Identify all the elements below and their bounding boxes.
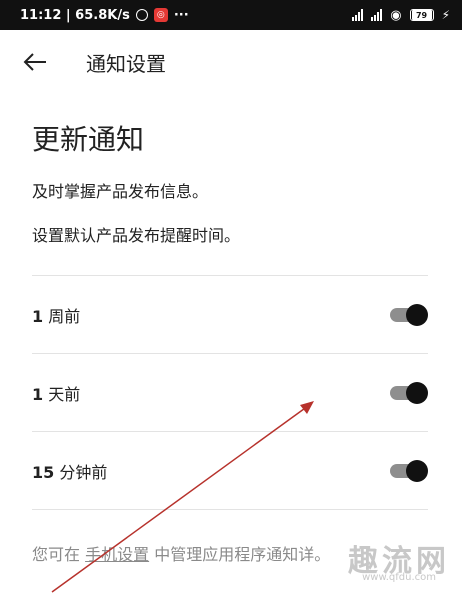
setting-row-1-week[interactable]: 1 周前 — [32, 277, 428, 353]
setting-row-1-day[interactable]: 1 天前 — [32, 355, 428, 431]
status-left: 11:12 | 65.8K/s ◎ ··· — [20, 8, 352, 23]
status-bar: 11:12 | 65.8K/s ◎ ··· ◉ 79 ⚡ — [0, 0, 462, 30]
battery-icon: 79 — [409, 9, 434, 21]
watermark-url: www.qfdu.com — [362, 572, 436, 583]
status-time-speed: 11:12 | 65.8K/s — [20, 7, 130, 23]
toggle-1-week[interactable] — [388, 304, 428, 326]
toggle-15-min[interactable] — [388, 460, 428, 482]
app-badge-icon: ◎ — [153, 8, 168, 22]
toggle-thumb — [406, 304, 428, 326]
footer-note: 您可在 手机设置 中管理应用程序通知详。 — [32, 545, 331, 564]
signal-icon — [352, 9, 364, 21]
setting-row-15-min[interactable]: 15 分钟前 — [32, 433, 428, 509]
toggle-1-day[interactable] — [388, 382, 428, 404]
divider — [32, 275, 428, 276]
wifi-icon: ◉ — [390, 7, 402, 23]
setting-label: 15 分钟前 — [32, 463, 108, 482]
toggle-thumb — [406, 460, 428, 482]
status-right: ◉ 79 ⚡ — [352, 8, 450, 23]
divider — [32, 431, 428, 432]
page-title: 通知设置 — [86, 52, 166, 76]
setting-label: 1 周前 — [32, 307, 81, 326]
toggle-thumb — [406, 382, 428, 404]
app-bar: 通知设置 — [0, 30, 462, 94]
section-description-2: 设置默认产品发布提醒时间。 — [32, 226, 241, 245]
section-description-1: 及时掌握产品发布信息。 — [32, 182, 209, 201]
setting-label: 1 天前 — [32, 385, 81, 404]
charging-bolt-icon: ⚡ — [441, 8, 450, 22]
divider — [32, 509, 428, 510]
alarm-icon — [135, 9, 148, 21]
more-notifications-icon: ··· — [173, 7, 189, 23]
signal-hd-icon — [371, 9, 383, 21]
phone-settings-link[interactable]: 手机设置 — [85, 545, 149, 564]
divider — [32, 353, 428, 354]
section-title: 更新通知 — [32, 123, 145, 156]
back-arrow-icon[interactable] — [22, 50, 48, 74]
